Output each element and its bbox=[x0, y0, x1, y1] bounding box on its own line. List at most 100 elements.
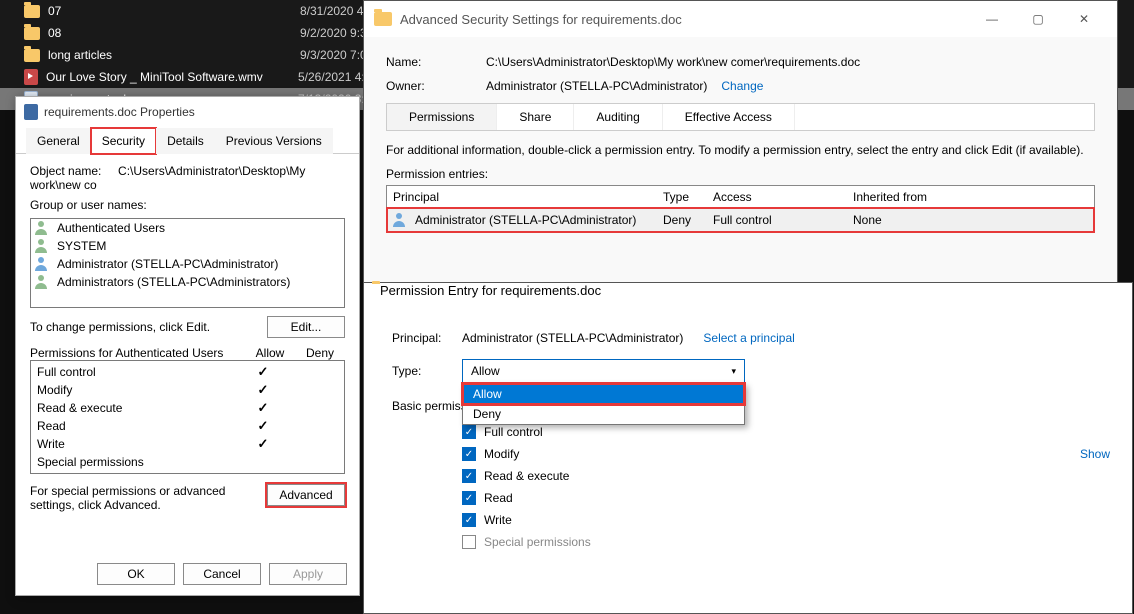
permentry-titlebar[interactable]: Permission Entry for requirements.doc bbox=[364, 283, 1132, 313]
group-icon bbox=[35, 275, 51, 289]
owner-label: Owner: bbox=[386, 79, 486, 93]
video-icon bbox=[24, 69, 38, 85]
tab-effective-access[interactable]: Effective Access bbox=[663, 104, 795, 130]
table-header: Principal Type Access Inherited from bbox=[387, 186, 1094, 208]
perm-row[interactable]: Read & execute bbox=[462, 465, 1104, 487]
perm-name: Read & execute bbox=[37, 401, 238, 415]
tab-general[interactable]: General bbox=[26, 128, 91, 154]
group-name: Administrator (STELLA-PC\Administrator) bbox=[57, 257, 278, 271]
principal-label: Principal: bbox=[392, 331, 462, 345]
allow-header: Allow bbox=[245, 346, 295, 360]
type-label: Type: bbox=[392, 364, 462, 378]
properties-tabs: General Security Details Previous Versio… bbox=[16, 127, 359, 154]
object-name-row: Object name: C:\Users\Administrator\Desk… bbox=[30, 164, 345, 192]
change-permissions-text: To change permissions, click Edit. bbox=[30, 320, 210, 334]
perm-row[interactable]: Read bbox=[462, 487, 1104, 509]
permission-entries-table: Principal Type Access Inherited from Adm… bbox=[386, 185, 1095, 233]
checkbox-icon[interactable] bbox=[462, 425, 476, 439]
entry-type: Deny bbox=[663, 213, 713, 227]
entry-access: Full control bbox=[713, 213, 853, 227]
ok-button[interactable]: OK bbox=[97, 563, 175, 585]
perm-label: Write bbox=[484, 513, 512, 527]
advsec-tabs: Permissions Share Auditing Effective Acc… bbox=[386, 103, 1095, 131]
entry-principal: Administrator (STELLA-PC\Administrator) bbox=[415, 213, 636, 227]
advanced-text: For special permissions or advanced sett… bbox=[30, 484, 230, 512]
perm-label: Special permissions bbox=[484, 535, 591, 549]
col-inherited: Inherited from bbox=[853, 190, 1088, 204]
select-principal-link[interactable]: Select a principal bbox=[703, 331, 794, 345]
properties-titlebar[interactable]: requirements.doc Properties bbox=[16, 97, 359, 127]
perm-label: Full control bbox=[484, 425, 543, 439]
tab-details[interactable]: Details bbox=[156, 128, 215, 154]
perm-row[interactable]: Special permissions bbox=[462, 531, 1104, 553]
allow-checkmark bbox=[238, 382, 288, 398]
allow-checkmark bbox=[238, 436, 288, 452]
advsec-titlebar[interactable]: Advanced Security Settings for requireme… bbox=[364, 1, 1117, 37]
permission-entry-row[interactable]: Administrator (STELLA-PC\Administrator) … bbox=[387, 208, 1094, 232]
group-item[interactable]: Administrators (STELLA-PC\Administrators… bbox=[31, 273, 344, 291]
checkbox-icon[interactable] bbox=[462, 469, 476, 483]
show-advanced-link[interactable]: Show bbox=[1080, 447, 1110, 461]
group-item[interactable]: Authenticated Users bbox=[31, 219, 344, 237]
perm-label: Read & execute bbox=[484, 469, 569, 483]
basic-permissions-list: Full control Modify Read & execute Read … bbox=[392, 421, 1104, 553]
dialog-title: requirements.doc Properties bbox=[44, 105, 195, 119]
owner-value: Administrator (STELLA-PC\Administrator) bbox=[486, 79, 707, 93]
properties-dialog: requirements.doc Properties General Secu… bbox=[15, 96, 360, 596]
group-icon bbox=[35, 239, 51, 253]
chevron-down-icon: ▾ bbox=[731, 366, 736, 377]
minimize-button[interactable]: — bbox=[969, 4, 1015, 34]
apply-button[interactable]: Apply bbox=[269, 563, 347, 585]
perm-row[interactable]: Write bbox=[462, 509, 1104, 531]
folder-icon bbox=[24, 27, 40, 40]
change-owner-link[interactable]: Change bbox=[721, 79, 763, 93]
edit-button[interactable]: Edit... bbox=[267, 316, 345, 338]
close-button[interactable]: ✕ bbox=[1061, 4, 1107, 34]
advanced-button[interactable]: Advanced bbox=[267, 484, 345, 506]
group-list[interactable]: Authenticated Users SYSTEM Administrator… bbox=[30, 218, 345, 308]
group-name: SYSTEM bbox=[57, 239, 106, 253]
security-panel: Object name: C:\Users\Administrator\Desk… bbox=[16, 154, 359, 522]
perm-name: Read bbox=[37, 419, 238, 433]
permissions-header: Permissions for Authenticated Users bbox=[30, 346, 245, 360]
perm-name: Special permissions bbox=[37, 455, 238, 469]
tab-share[interactable]: Share bbox=[497, 104, 574, 130]
tab-auditing[interactable]: Auditing bbox=[574, 104, 662, 130]
combo-option-allow[interactable]: Allow bbox=[463, 384, 744, 404]
folder-icon bbox=[24, 5, 40, 18]
permissions-table: Full control Modify Read & execute Read … bbox=[30, 360, 345, 474]
entries-label: Permission entries: bbox=[386, 167, 1095, 181]
maximize-button[interactable]: ▢ bbox=[1015, 4, 1061, 34]
checkbox-icon[interactable] bbox=[462, 535, 476, 549]
deny-header: Deny bbox=[295, 346, 345, 360]
document-icon bbox=[24, 104, 38, 120]
cancel-button[interactable]: Cancel bbox=[183, 563, 261, 585]
col-access: Access bbox=[713, 190, 853, 204]
perm-label: Modify bbox=[484, 447, 519, 461]
name-label: Name: bbox=[386, 55, 486, 69]
type-combobox[interactable]: Allow ▾ Allow Deny bbox=[462, 359, 745, 383]
file-name: 07 bbox=[48, 4, 300, 18]
combo-option-deny[interactable]: Deny bbox=[463, 404, 744, 424]
tab-previous-versions[interactable]: Previous Versions bbox=[215, 128, 333, 154]
checkbox-icon[interactable] bbox=[462, 513, 476, 527]
checkbox-icon[interactable] bbox=[462, 491, 476, 505]
folder-icon bbox=[374, 12, 392, 26]
allow-checkmark bbox=[238, 400, 288, 416]
name-value: C:\Users\Administrator\Desktop\My work\n… bbox=[486, 55, 860, 69]
group-item[interactable]: Administrator (STELLA-PC\Administrator) bbox=[31, 255, 344, 273]
tab-permissions[interactable]: Permissions bbox=[387, 104, 497, 130]
col-type: Type bbox=[663, 190, 713, 204]
checkbox-icon[interactable] bbox=[462, 447, 476, 461]
principal-value: Administrator (STELLA-PC\Administrator) bbox=[462, 331, 683, 345]
combobox-button[interactable]: Allow ▾ bbox=[462, 359, 745, 383]
tab-security[interactable]: Security bbox=[91, 128, 156, 154]
advanced-security-window: Advanced Security Settings for requireme… bbox=[363, 0, 1118, 320]
perm-row[interactable]: Modify bbox=[462, 443, 1104, 465]
window-title: Permission Entry for requirements.doc bbox=[380, 283, 601, 298]
combobox-dropdown: Allow Deny bbox=[462, 383, 745, 425]
file-name: long articles bbox=[48, 48, 300, 62]
group-item[interactable]: SYSTEM bbox=[31, 237, 344, 255]
group-label: Group or user names: bbox=[30, 198, 345, 212]
allow-checkmark bbox=[238, 364, 288, 380]
